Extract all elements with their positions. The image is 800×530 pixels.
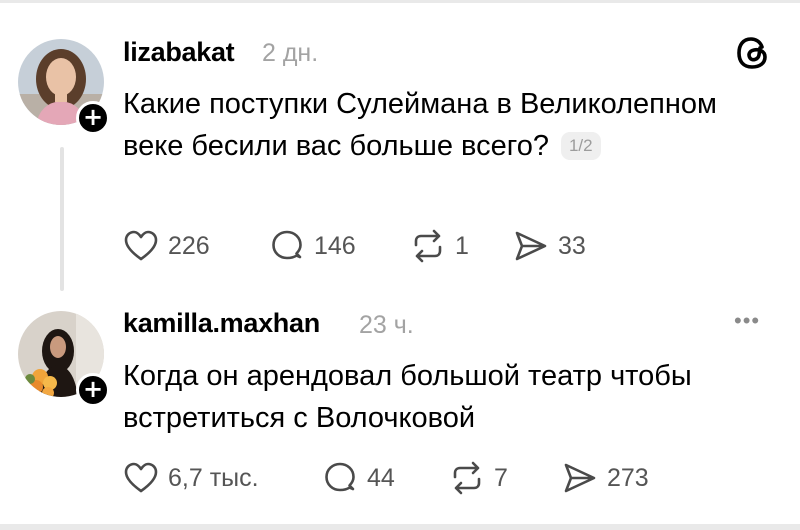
share-button[interactable]: 273 [562, 460, 649, 496]
threads-logo-icon[interactable] [733, 33, 773, 73]
comment-icon [325, 462, 355, 492]
repost-icon [453, 461, 481, 495]
like-count: 226 [168, 231, 210, 260]
share-icon [564, 463, 596, 493]
post-text: Когда он арендовал большой театр чтобы в… [123, 355, 763, 439]
repost-button[interactable]: 7 [449, 460, 508, 496]
username[interactable]: kamilla.maxhan [123, 308, 320, 339]
timestamp: 2 дн. [262, 39, 319, 67]
share-icon [515, 231, 547, 261]
repost-button[interactable]: 1 [410, 228, 469, 264]
top-divider [0, 0, 800, 3]
repost-icon [414, 229, 442, 263]
repost-count: 1 [455, 231, 469, 260]
post-text: Какие поступки Сулеймана в Великолепном … [123, 83, 763, 167]
username[interactable]: lizabakat [123, 37, 235, 68]
repost-count: 7 [494, 463, 508, 492]
post-text-line-1: Когда он арендовал большой театр чтобы [123, 360, 692, 392]
more-options-icon[interactable]: ••• [734, 308, 760, 334]
like-button[interactable]: 6,7 тыс. [123, 460, 259, 496]
thread-line [60, 147, 64, 291]
post-text-line-2: встретиться с Волочковой [123, 402, 476, 434]
reply-button[interactable]: 146 [269, 228, 356, 264]
share-count: 33 [558, 231, 586, 260]
share-button[interactable]: 33 [513, 228, 586, 264]
reply-count: 146 [314, 231, 356, 260]
timestamp: 23 ч. [359, 311, 414, 339]
page-indicator-badge: 1/2 [560, 132, 601, 160]
comment-icon [272, 230, 302, 260]
post-text-body: Какие поступки Сулеймана в Великолепном … [123, 88, 717, 162]
bottom-divider [0, 524, 800, 530]
share-count: 273 [607, 463, 649, 492]
heart-icon [124, 462, 158, 493]
reply-button[interactable]: 44 [322, 460, 395, 496]
like-count: 6,7 тыс. [168, 463, 259, 492]
reply-count: 44 [367, 463, 395, 492]
follow-plus-icon[interactable]: + [76, 101, 110, 135]
heart-icon [124, 230, 158, 261]
like-button[interactable]: 226 [123, 228, 210, 264]
follow-plus-icon[interactable]: + [76, 373, 110, 407]
